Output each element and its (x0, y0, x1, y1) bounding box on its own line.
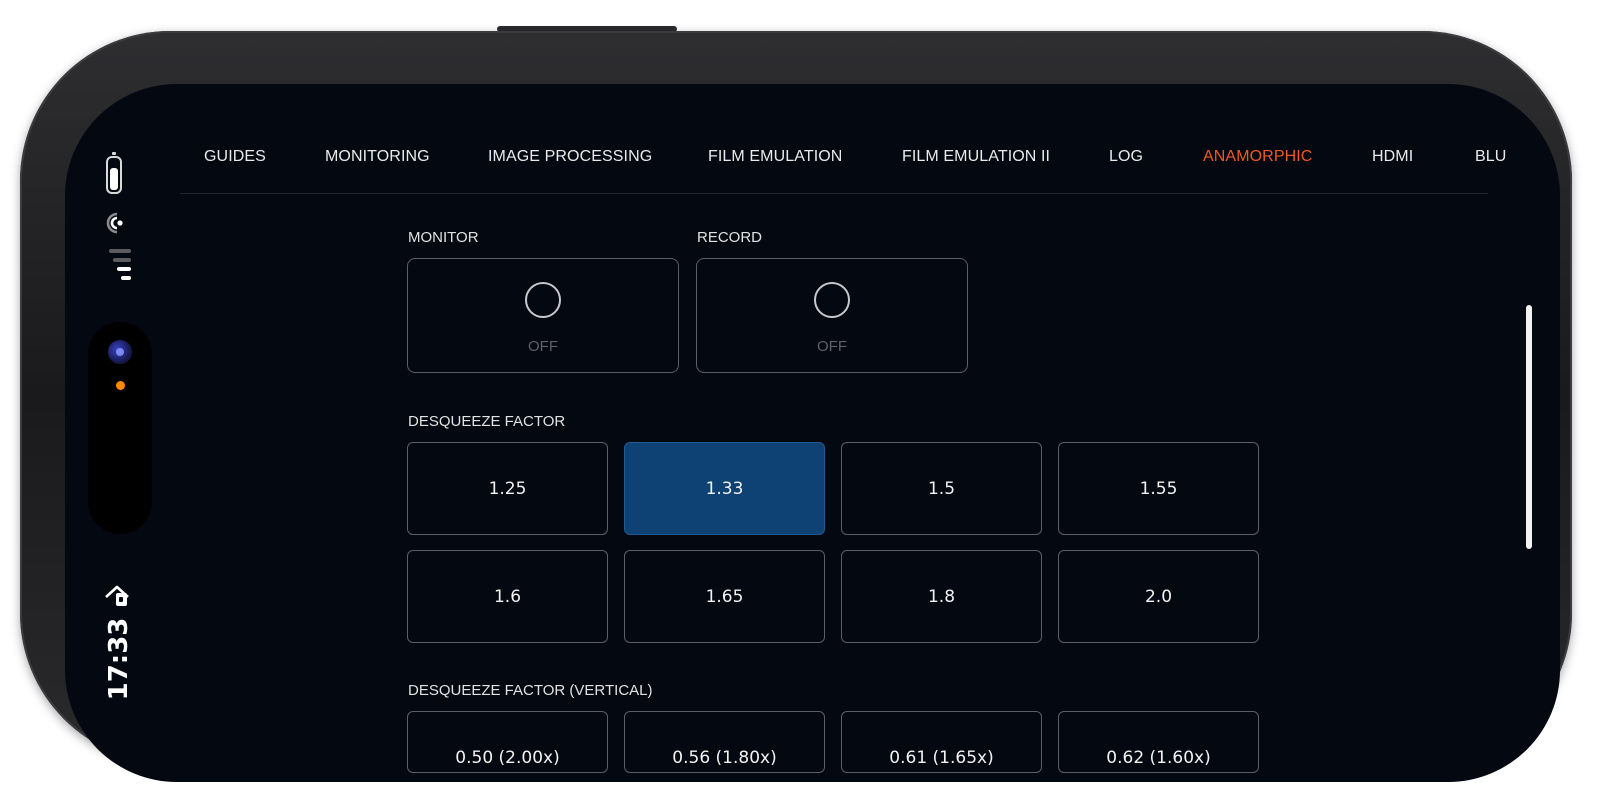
desqueeze-option-1-6[interactable]: 1.6 (407, 550, 608, 643)
desqueeze-option-1-25[interactable]: 1.25 (407, 442, 608, 535)
tab-divider (180, 193, 1488, 194)
desqueeze-vertical-grid: 0.50 (2.00x) 0.56 (1.80x) 0.61 (1.65x) 0… (407, 711, 1259, 773)
desqueeze-option-1-55[interactable]: 1.55 (1058, 442, 1259, 535)
record-state: OFF (817, 338, 847, 355)
tab-guides[interactable]: GUIDES (204, 148, 266, 166)
tab-image-processing[interactable]: IMAGE PROCESSING (488, 148, 652, 166)
tab-hdmi[interactable]: HDMI (1372, 148, 1413, 166)
camera-icon (108, 340, 132, 364)
desqueeze-option-1-65[interactable]: 1.65 (624, 550, 825, 643)
monitor-label: MONITOR (408, 229, 479, 246)
desqueeze-factor-label: DESQUEEZE FACTOR (408, 413, 566, 430)
status-column: 17:33 (65, 84, 185, 782)
tab-anamorphic[interactable]: ANAMORPHIC (1203, 148, 1312, 166)
scrollbar[interactable] (1526, 305, 1532, 549)
desqueeze-option-1-8[interactable]: 1.8 (841, 550, 1042, 643)
tab-monitoring[interactable]: MONITORING (325, 148, 430, 166)
tab-log[interactable]: LOG (1109, 148, 1143, 166)
privacy-indicator-dot (116, 381, 125, 390)
desqueeze-factor-grid: 1.25 1.33 1.5 1.55 1.6 1.65 1.8 2.0 (407, 442, 1259, 643)
home-icon (105, 585, 129, 606)
desqueeze-option-2-0[interactable]: 2.0 (1058, 550, 1259, 643)
record-toggle[interactable]: OFF (696, 258, 968, 373)
toggle-ring-icon (525, 282, 561, 318)
monitor-toggle[interactable]: OFF (407, 258, 679, 373)
desqueeze-option-1-33[interactable]: 1.33 (624, 442, 825, 535)
desqueeze-vertical-option-0-56[interactable]: 0.56 (1.80x) (624, 711, 825, 773)
tab-film-emulation-ii[interactable]: FILM EMULATION II (902, 148, 1050, 166)
phone-frame: 17:33 GUIDES MONITORING IMAGE PROCESSING… (20, 31, 1572, 782)
toggle-ring-icon (814, 282, 850, 318)
desqueeze-vertical-option-0-62[interactable]: 0.62 (1.60x) (1058, 711, 1259, 773)
battery-icon (106, 152, 122, 194)
app-screen: 17:33 GUIDES MONITORING IMAGE PROCESSING… (65, 84, 1560, 782)
tab-film-emulation[interactable]: FILM EMULATION (708, 148, 842, 166)
record-label: RECORD (697, 229, 763, 246)
signal-icon (109, 249, 131, 280)
monitor-state: OFF (528, 338, 558, 355)
desqueeze-vertical-option-0-50[interactable]: 0.50 (2.00x) (407, 711, 608, 773)
desqueeze-vertical-option-0-61[interactable]: 0.61 (1.65x) (841, 711, 1042, 773)
desqueeze-vertical-label: DESQUEEZE FACTOR (VERTICAL) (408, 682, 653, 699)
dynamic-island (88, 322, 152, 534)
desqueeze-option-1-5[interactable]: 1.5 (841, 442, 1042, 535)
tab-blu[interactable]: BLU (1475, 148, 1506, 166)
wifi-icon (106, 212, 123, 234)
